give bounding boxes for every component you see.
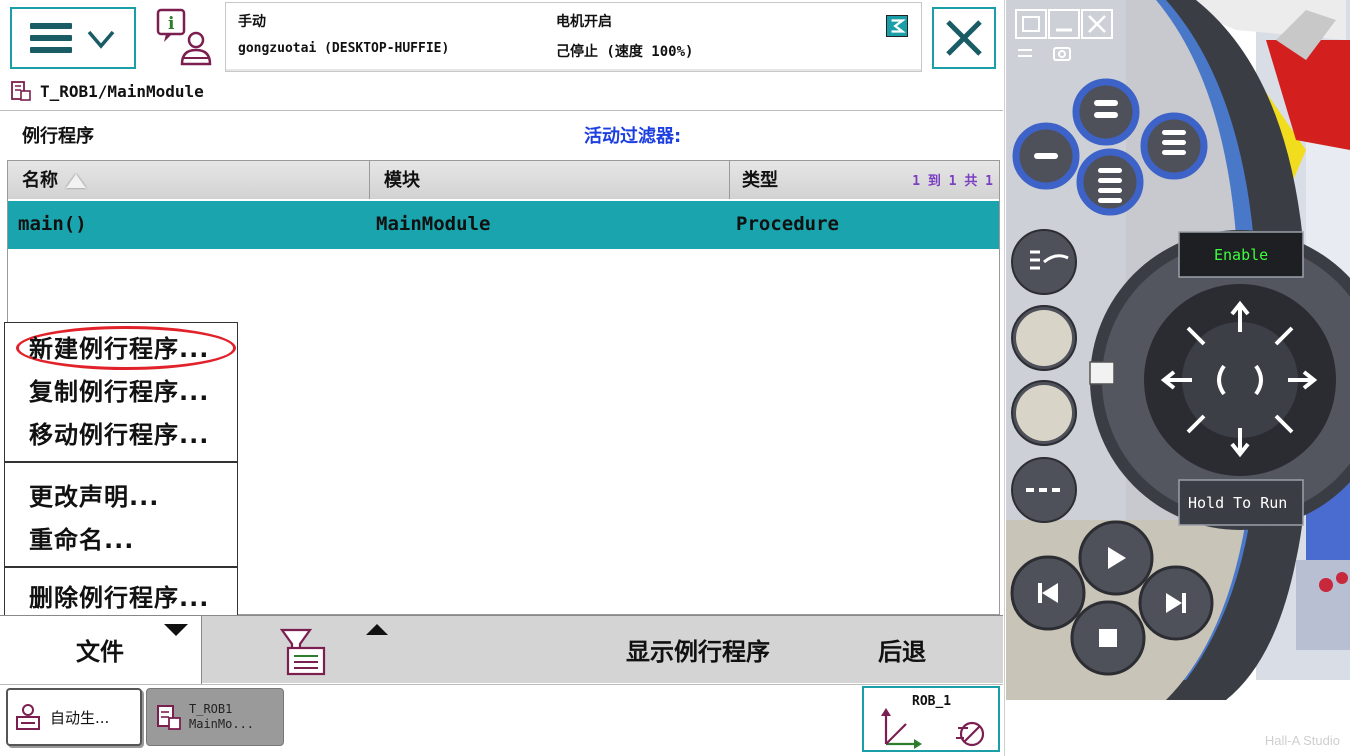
back-button[interactable]: 后退 (878, 632, 926, 667)
menu-divider (5, 566, 237, 568)
menu-item-new-routine[interactable]: 新建例行程序... (29, 329, 209, 364)
app-root: i 手动 gongzuotai (DESKTOP-HUFFIE) 电机开启 己停… (0, 0, 1350, 756)
breadcrumb-path: T_ROB1/MainModule (40, 81, 204, 101)
enable-indicator: Enable (1214, 246, 1269, 264)
program-editor-icon (11, 81, 31, 101)
task-program-editor[interactable]: T_ROB1 MainMo... (146, 688, 284, 746)
command-bar: 文件 显示例行程序 后退 (0, 615, 1003, 684)
event-log-icon[interactable]: i (152, 8, 216, 70)
quickset-status-icon[interactable] (886, 15, 908, 37)
breadcrumb: T_ROB1/MainModule (10, 78, 204, 104)
active-filter-label: 活动过滤器: (584, 126, 682, 147)
routine-name: main() (18, 213, 87, 235)
menu-item-rename[interactable]: 重命名... (29, 520, 134, 555)
expand-up-arrow-icon[interactable] (366, 624, 388, 635)
quickset-robot-button[interactable]: ROB_1 (862, 686, 1000, 752)
hold-to-run-button[interactable]: Hold To Run (1188, 494, 1287, 512)
close-icon (946, 20, 982, 56)
column-header-module[interactable]: 模块 (370, 161, 730, 199)
menu-item-move-routine[interactable]: 移动例行程序... (29, 415, 209, 450)
svg-text:i: i (168, 14, 175, 34)
column-label: 名称 (22, 170, 58, 191)
column-header-name[interactable]: 名称 (8, 161, 370, 199)
flexpendant-screen: i 手动 gongzuotai (DESKTOP-HUFFIE) 电机开启 己停… (0, 0, 1005, 756)
column-label: 类型 (742, 170, 778, 191)
status-bar: 手动 gongzuotai (DESKTOP-HUFFIE) 电机开启 己停止 … (225, 2, 922, 72)
production-window-icon (16, 704, 40, 730)
show-routine-button[interactable]: 显示例行程序 (626, 632, 770, 667)
table-row[interactable]: main() MainModule Procedure (8, 201, 999, 249)
file-menu-label: 文件 (76, 638, 124, 666)
routine-module: MainModule (376, 213, 491, 235)
pendant-illustration (1006, 0, 1350, 756)
table-header: 名称 模块 类型 1 到 1 共 1 (8, 161, 999, 199)
menu-item-copy-routine[interactable]: 复制例行程序... (29, 372, 209, 407)
menu-item-delete-routine[interactable]: 删除例行程序... (29, 578, 209, 613)
task-label-line1: T_ROB1 (189, 702, 233, 716)
column-header-type[interactable]: 类型 1 到 1 共 1 (730, 161, 999, 199)
filter-icon[interactable] (280, 626, 328, 676)
task-label: 自动生... (50, 708, 110, 727)
row-range-indicator: 1 到 1 共 1 (912, 174, 993, 189)
task-label: T_ROB1 MainMo... (189, 702, 254, 732)
sort-ascending-icon (66, 174, 86, 188)
task-label-line2: MainMo... (189, 717, 255, 731)
program-state: 己停止 (速度 100%) (556, 44, 694, 60)
watermark: Hall-A Studio (1264, 733, 1340, 748)
operating-mode: 手动 (238, 14, 266, 30)
coordinate-system-icon (881, 708, 985, 749)
taskbar: 自动生... T_ROB1 MainMo... ROB_1 (0, 684, 1003, 756)
chevron-down-icon (87, 30, 115, 49)
column-label: 模块 (384, 170, 420, 191)
section-title: 例行程序 (22, 126, 94, 147)
menu-item-change-declaration[interactable]: 更改声明... (29, 477, 159, 512)
file-menu-button[interactable]: 文件 (0, 616, 202, 684)
header-divider (0, 110, 1003, 111)
routine-type: Procedure (736, 213, 839, 235)
station-name: gongzuotai (DESKTOP-HUFFIE) (238, 41, 450, 56)
task-autoproduction[interactable]: 自动生... (6, 688, 142, 746)
pendant-hardware: Enable Hold To Run Hall-A Studio (1006, 0, 1350, 756)
main-menu-button[interactable] (10, 7, 136, 69)
close-button[interactable] (932, 7, 996, 69)
menu-divider (5, 461, 237, 463)
file-menu-popup: 新建例行程序... 复制例行程序... 移动例行程序... 更改声明... 重命… (4, 322, 238, 616)
hamburger-icon (30, 23, 72, 53)
program-editor-icon (157, 705, 181, 730)
menu-open-arrow-icon (164, 624, 188, 636)
motor-status: 电机开启 (556, 14, 612, 30)
